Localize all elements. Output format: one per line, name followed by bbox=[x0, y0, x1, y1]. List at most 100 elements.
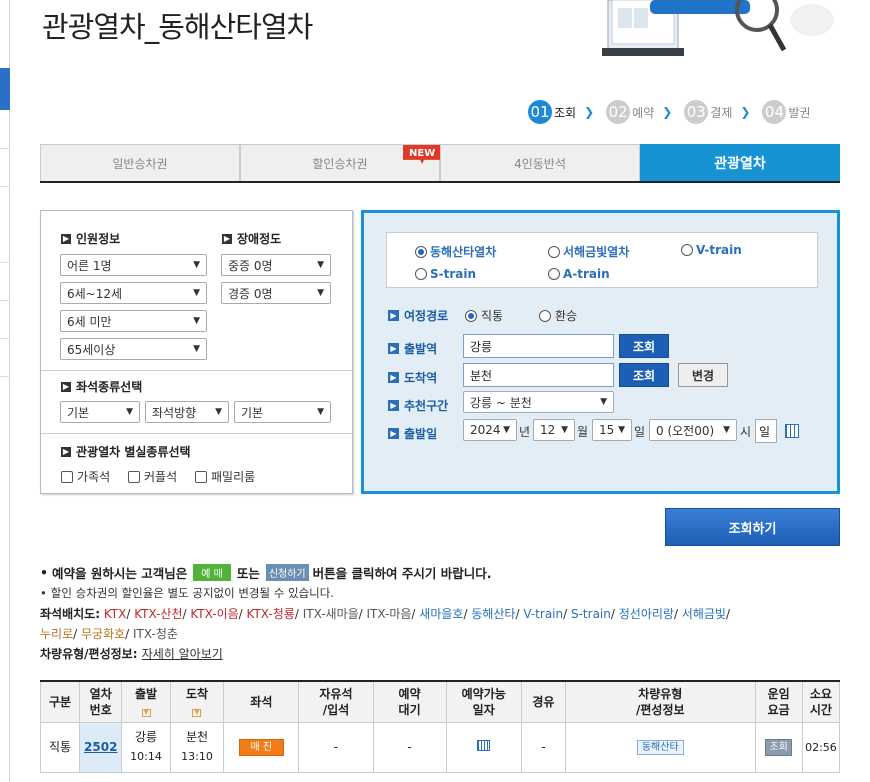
arrival-station-input[interactable]: 분천 bbox=[463, 363, 614, 387]
radio-dot[interactable] bbox=[548, 245, 560, 258]
col-arrival[interactable]: 도착 ▼ bbox=[169, 680, 225, 723]
route-label: ▶ 여정경로 bbox=[388, 307, 448, 324]
month-unit: 월 bbox=[577, 425, 589, 439]
seatmap-link[interactable]: S-train bbox=[571, 607, 611, 621]
col-train-no: 열차 번호 bbox=[79, 680, 123, 723]
checkbox-box[interactable] bbox=[195, 470, 207, 483]
seatmap-link[interactable]: 새마을호 bbox=[419, 607, 463, 621]
fare-lookup-button[interactable]: 조회 bbox=[765, 739, 792, 756]
day-select[interactable]: 15 ▼ bbox=[592, 419, 632, 441]
radio-label: A-train bbox=[563, 267, 610, 281]
departure-search-button[interactable]: 조회 bbox=[619, 334, 669, 358]
train-number-link[interactable]: 2502 bbox=[84, 740, 117, 754]
departure-station-input[interactable]: 강릉 bbox=[463, 334, 614, 358]
seatmap-link[interactable]: KTX-산천 bbox=[134, 607, 182, 621]
radio-dot[interactable] bbox=[681, 244, 693, 256]
hour-select[interactable]: 0 (오전00) ▼ bbox=[649, 419, 737, 441]
checkbox-label: 가족석 bbox=[77, 470, 111, 484]
cell-vehicle: 동해산타 bbox=[565, 721, 756, 773]
arr-time: 13:10 bbox=[181, 750, 213, 763]
seatmap-link[interactable]: V-train bbox=[523, 607, 563, 621]
radio-a-train[interactable]: A-train bbox=[548, 267, 610, 281]
radio-dot[interactable] bbox=[415, 245, 427, 258]
step-reserve: 02 예약 ❯ bbox=[606, 100, 672, 124]
apply-badge: 신청하기 bbox=[265, 564, 309, 581]
sort-down-icon[interactable]: ▼ bbox=[141, 708, 151, 717]
notice-line-1: • 예약을 원하시는 고객님은 예 매 또는 신청하기 버튼을 클릭하여 주시기… bbox=[40, 563, 491, 582]
calendar-icon[interactable] bbox=[785, 424, 799, 438]
seatmap-link[interactable]: KTX-이음 bbox=[190, 607, 238, 621]
notice-area: • 예약을 원하시는 고객님은 예 매 또는 신청하기 버튼을 클릭하여 주시기… bbox=[40, 563, 491, 601]
col-waiting: 예약 대기 bbox=[372, 680, 447, 723]
couple-seat-checkbox[interactable]: 커플석 bbox=[128, 468, 177, 485]
seatmap-link[interactable]: 서해금빛 bbox=[682, 607, 726, 621]
select-value: 좌석방향 bbox=[152, 405, 197, 420]
mild-disability-select[interactable]: 경증 0명 ▼ bbox=[221, 282, 331, 304]
seatmap-link[interactable]: 정선아리랑 bbox=[619, 607, 674, 621]
adult-count-select[interactable]: 어른 1명 ▼ bbox=[60, 254, 207, 276]
seatmap-link[interactable]: KTX-청룡 bbox=[247, 607, 295, 621]
cell-type: 직통 bbox=[39, 721, 81, 773]
severe-disability-select[interactable]: 중증 0명 ▼ bbox=[221, 254, 331, 276]
radio-v-train[interactable]: V-train bbox=[681, 243, 742, 257]
col-departure[interactable]: 출발 ▼ bbox=[121, 680, 171, 723]
step-payment: 03 결제 ❯ bbox=[684, 100, 750, 124]
col-duration: 소요 시간 bbox=[801, 680, 841, 723]
year-select[interactable]: 2024 ▼ bbox=[463, 419, 517, 441]
seatmap-link[interactable]: 동해산타 bbox=[471, 607, 515, 621]
radio-dot[interactable] bbox=[465, 309, 477, 322]
tab-tourist-train[interactable]: 관광열차 bbox=[640, 144, 840, 181]
tab-discount[interactable]: 할인승차권 NEW bbox=[240, 144, 442, 181]
header-text: 예약 대기 bbox=[398, 686, 421, 717]
tab-general[interactable]: 일반승차권 bbox=[40, 144, 240, 181]
recommend-route-select[interactable]: 강릉 ~ 분천 ▼ bbox=[463, 391, 614, 413]
calendar-icon[interactable] bbox=[477, 739, 491, 751]
radio-dot[interactable] bbox=[539, 309, 551, 322]
family-seat-checkbox[interactable]: 가족석 bbox=[61, 468, 110, 485]
radio-label: V-train bbox=[696, 243, 742, 257]
step-label: 발권 bbox=[788, 105, 811, 120]
row-label: 여정경로 bbox=[404, 309, 449, 323]
section-title: 인원정보 bbox=[76, 232, 121, 246]
seat-position-select[interactable]: 기본 ▼ bbox=[234, 401, 331, 423]
select-value: 65세이상 bbox=[67, 342, 116, 357]
seatmap-link[interactable]: ITX-마음 bbox=[367, 607, 412, 621]
month-select[interactable]: 12 ▼ bbox=[533, 419, 575, 441]
select-value: 강릉 ~ 분천 bbox=[470, 395, 532, 410]
tab-four-seat[interactable]: 4인동반석 bbox=[440, 144, 640, 181]
swap-station-button[interactable]: 변경 bbox=[678, 363, 728, 387]
checkbox-label: 패밀리룸 bbox=[211, 470, 256, 484]
radio-s-train[interactable]: S-train bbox=[415, 267, 476, 281]
senior-count-select[interactable]: 65세이상 ▼ bbox=[60, 338, 207, 360]
arr-station: 분천 bbox=[185, 730, 209, 744]
seatmap-link[interactable]: ITX-새마을 bbox=[303, 607, 359, 621]
radio-dot[interactable] bbox=[548, 268, 560, 280]
radio-seohae-geumbit[interactable]: 서해금빛열차 bbox=[548, 243, 629, 260]
seat-type-select[interactable]: 기본 ▼ bbox=[60, 401, 140, 423]
seat-direction-select[interactable]: 좌석방향 ▼ bbox=[145, 401, 229, 423]
day-unit: 일 bbox=[634, 425, 646, 439]
child-count-select[interactable]: 6세~12세 ▼ bbox=[60, 282, 207, 304]
seatmap-link[interactable]: ITX-청춘 bbox=[133, 627, 178, 641]
cell-waiting: - bbox=[372, 721, 447, 773]
table-row: 직통 2502 강릉 10:14 분천 13:10 매 진 - - - 동해산타 조… bbox=[39, 721, 841, 773]
seatmap-link[interactable]: 누리로 bbox=[40, 627, 73, 641]
radio-donghae-santa[interactable]: 동해산타열차 bbox=[415, 243, 496, 260]
sort-down-icon[interactable]: ▼ bbox=[192, 708, 202, 717]
vehicle-detail-link[interactable]: 자세히 알아보기 bbox=[142, 647, 223, 661]
checkbox-box[interactable] bbox=[128, 470, 140, 483]
vehicle-badge[interactable]: 동해산타 bbox=[636, 740, 684, 755]
step-label: 결제 bbox=[710, 105, 733, 120]
arrival-search-button[interactable]: 조회 bbox=[619, 363, 669, 387]
family-room-checkbox[interactable]: 패밀리룸 bbox=[195, 468, 255, 485]
infant-count-select[interactable]: 6세 미만 ▼ bbox=[60, 310, 207, 332]
step-number: 04 bbox=[762, 100, 787, 124]
search-submit-button[interactable]: 조회하기 bbox=[665, 508, 840, 546]
radio-direct[interactable]: 직통 bbox=[465, 307, 503, 324]
radio-transfer[interactable]: 환승 bbox=[539, 307, 577, 324]
checkbox-box[interactable] bbox=[61, 470, 73, 483]
seatmap-link[interactable]: KTX bbox=[104, 607, 127, 621]
seatmap-link[interactable]: 무궁화호 bbox=[81, 627, 125, 641]
disability-heading: ▶ 장애정도 bbox=[222, 230, 281, 247]
radio-dot[interactable] bbox=[415, 268, 427, 280]
